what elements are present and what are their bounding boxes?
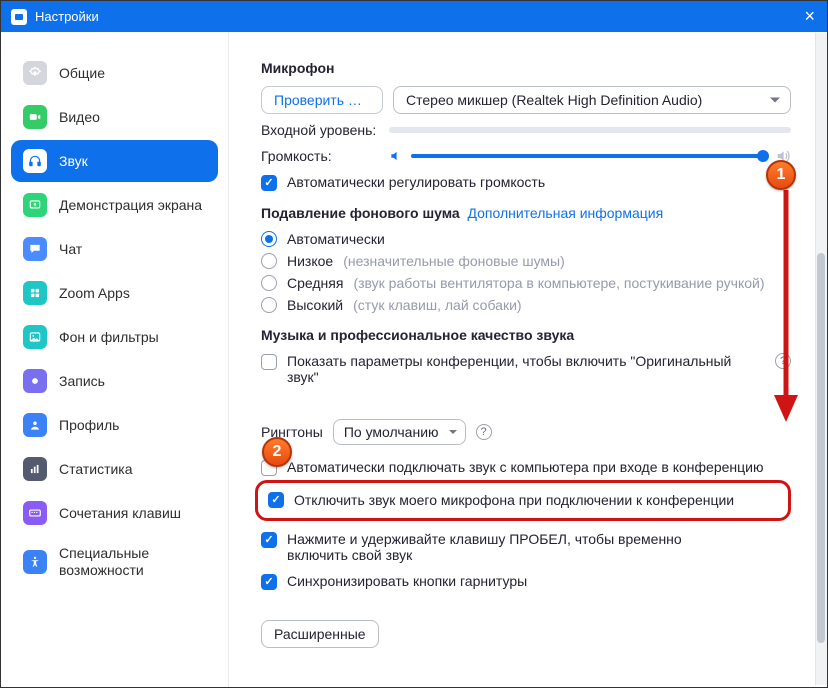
sidebar-item-label: Zoom Apps — [59, 285, 130, 302]
stats-icon — [23, 457, 47, 481]
keyboard-icon — [23, 501, 47, 525]
input-level-meter — [389, 127, 791, 133]
ringtone-select[interactable]: По умолчанию — [333, 419, 466, 445]
radio-icon — [261, 231, 277, 247]
mute-on-join-label: Отключить звук моего микрофона при подкл… — [294, 492, 734, 508]
app-icon — [11, 9, 27, 25]
callout-badge-2: 2 — [262, 437, 292, 467]
noise-option-medium[interactable]: Средняя (звук работы вентилятора в компь… — [261, 275, 791, 291]
close-icon[interactable]: × — [804, 7, 815, 25]
auto-volume-checkbox[interactable] — [261, 175, 277, 191]
ringtone-value: По умолчанию — [344, 424, 439, 440]
sidebar-item-video[interactable]: Видео — [11, 96, 218, 138]
noise-option-auto[interactable]: Автоматически — [261, 231, 791, 247]
sidebar-item-accessibility[interactable]: Специальные возможности — [11, 536, 218, 588]
original-sound-label: Показать параметры конференции, чтобы вк… — [287, 353, 761, 385]
sidebar-item-background[interactable]: Фон и фильтры — [11, 316, 218, 358]
sync-headset-checkbox[interactable] — [261, 574, 277, 590]
title-bar: Настройки × — [0, 0, 828, 32]
background-icon — [23, 325, 47, 349]
sidebar-item-label: Специальные возможности — [59, 545, 206, 579]
window-body: Общие Видео Звук Демонстрация экрана Чат — [0, 32, 828, 688]
noise-option-hint: (незначительные фоновые шумы) — [343, 253, 565, 269]
sidebar: Общие Видео Звук Демонстрация экрана Чат — [1, 32, 229, 687]
help-icon[interactable]: ? — [476, 424, 492, 440]
test-mic-button[interactable]: Проверить м… — [261, 86, 383, 114]
sidebar-item-label: Звук — [59, 153, 88, 170]
radio-icon — [261, 297, 277, 313]
sidebar-item-recording[interactable]: Запись — [11, 360, 218, 402]
input-level-label: Входной уровень: — [261, 122, 389, 138]
sidebar-item-label: Сочетания клавиш — [59, 505, 181, 522]
sidebar-item-label: Демонстрация экрана — [59, 197, 202, 214]
mute-on-join-checkbox[interactable] — [268, 492, 284, 508]
noise-suppression-heading: Подавление фонового шума Дополнительная … — [261, 205, 791, 221]
noise-option-hint: (звук работы вентилятора в компьютере, п… — [353, 275, 764, 291]
noise-option-label: Автоматически — [287, 231, 385, 247]
accessibility-icon — [23, 550, 47, 574]
sidebar-item-general[interactable]: Общие — [11, 52, 218, 94]
sidebar-item-label: Профиль — [59, 417, 119, 434]
mic-device-value: Стерео микшер (Realtek High Definition A… — [406, 92, 702, 108]
sidebar-item-profile[interactable]: Профиль — [11, 404, 218, 446]
noise-option-high[interactable]: Высокий (стук клавиш, лай собаки) — [261, 297, 791, 313]
noise-option-label: Низкое — [287, 253, 333, 269]
sidebar-item-label: Фон и фильтры — [59, 329, 159, 346]
sidebar-item-label: Запись — [59, 373, 105, 390]
chevron-down-icon — [449, 430, 457, 434]
sync-headset-label: Синхронизировать кнопки гарнитуры — [287, 573, 527, 589]
noise-option-label: Средняя — [287, 275, 343, 291]
noise-option-hint: (стук клавиш, лай собаки) — [353, 297, 521, 313]
auto-volume-label: Автоматически регулировать громкость — [287, 174, 545, 190]
noise-option-low[interactable]: Низкое (незначительные фоновые шумы) — [261, 253, 791, 269]
sidebar-item-audio[interactable]: Звук — [11, 140, 218, 182]
chevron-down-icon — [770, 98, 780, 103]
sidebar-item-label: Чат — [59, 241, 82, 258]
microphone-heading: Микрофон — [261, 60, 791, 76]
radio-icon — [261, 275, 277, 291]
highlight-mute-on-join: Отключить звук моего микрофона при подкл… — [255, 480, 791, 521]
apps-icon — [23, 281, 47, 305]
callout-badge-1: 1 — [766, 160, 796, 190]
scrollbar-thumb[interactable] — [817, 253, 825, 643]
noise-more-info-link[interactable]: Дополнительная информация — [467, 205, 663, 221]
headphones-icon — [23, 149, 47, 173]
arrow-down-icon — [766, 190, 806, 425]
noise-option-label: Высокий — [287, 297, 343, 313]
music-heading: Музыка и профессиональное качество звука — [261, 327, 791, 343]
profile-icon — [23, 413, 47, 437]
original-sound-checkbox[interactable] — [261, 354, 277, 370]
noise-heading-text: Подавление фонового шума — [261, 205, 460, 221]
settings-panel: Микрофон Проверить м… Стерео микшер (Rea… — [229, 32, 827, 687]
sidebar-item-share-screen[interactable]: Демонстрация экрана — [11, 184, 218, 226]
volume-slider[interactable] — [411, 154, 767, 158]
speaker-low-icon — [389, 149, 403, 163]
volume-label: Громкость: — [261, 148, 389, 164]
sidebar-item-label: Видео — [59, 109, 100, 126]
advanced-button[interactable]: Расширенные — [261, 620, 379, 648]
video-icon — [23, 105, 47, 129]
space-unmute-checkbox[interactable] — [261, 532, 277, 548]
share-screen-icon — [23, 193, 47, 217]
scrollbar-track[interactable] — [815, 33, 827, 685]
mic-device-select[interactable]: Стерео микшер (Realtek High Definition A… — [393, 86, 791, 114]
gear-icon — [23, 61, 47, 85]
chat-icon — [23, 237, 47, 261]
sidebar-item-chat[interactable]: Чат — [11, 228, 218, 270]
space-unmute-label: Нажмите и удерживайте клавишу ПРОБЕЛ, чт… — [287, 531, 727, 563]
radio-icon — [261, 253, 277, 269]
sidebar-item-zoom-apps[interactable]: Zoom Apps — [11, 272, 218, 314]
sidebar-item-statistics[interactable]: Статистика — [11, 448, 218, 490]
auto-join-audio-label: Автоматически подключать звук с компьюте… — [287, 459, 763, 475]
record-icon — [23, 369, 47, 393]
sidebar-item-label: Общие — [59, 65, 105, 82]
sidebar-item-shortcuts[interactable]: Сочетания клавиш — [11, 492, 218, 534]
sidebar-item-label: Статистика — [59, 461, 133, 478]
window-title: Настройки — [35, 9, 99, 24]
